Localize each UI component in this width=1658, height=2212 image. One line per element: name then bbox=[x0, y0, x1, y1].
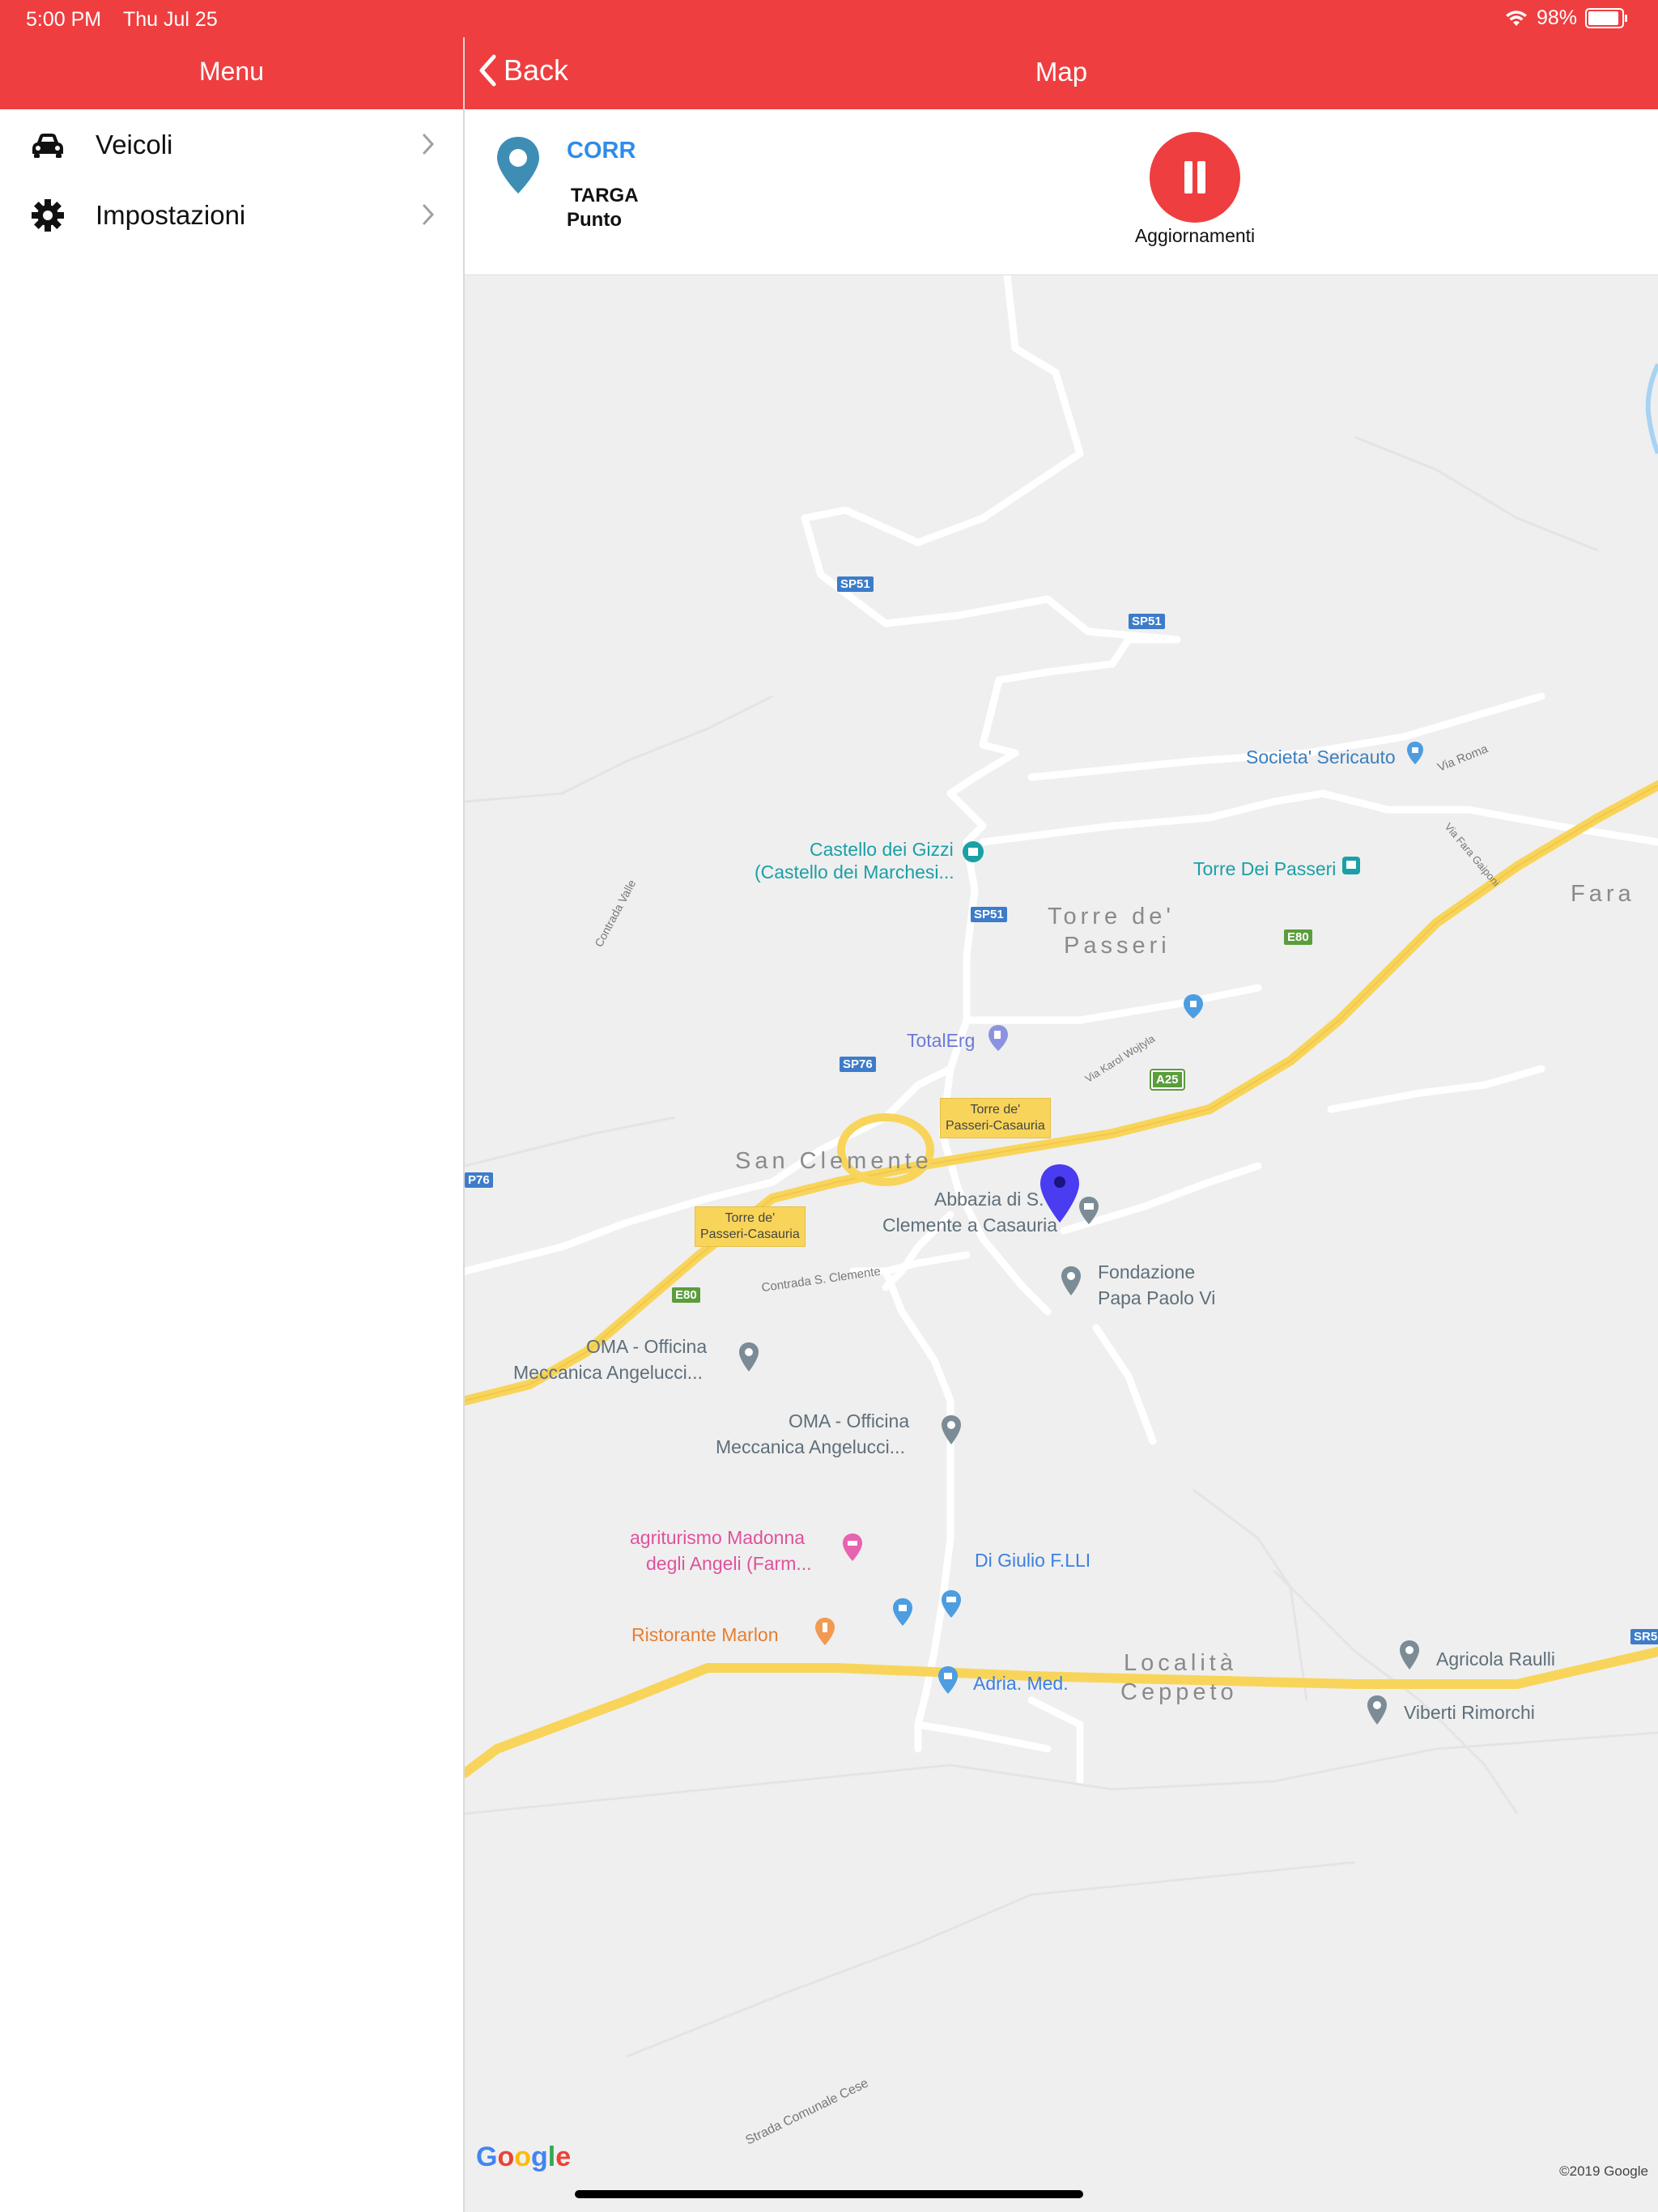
lodging-pin-icon[interactable] bbox=[840, 1532, 865, 1563]
sidebar-title: Menu bbox=[198, 57, 265, 86]
poi-label[interactable]: Agricola Raulli bbox=[1436, 1648, 1555, 1670]
poi-label[interactable]: agriturismo Madonna bbox=[630, 1527, 805, 1549]
status-bar: 5:00 PM Thu Jul 25 98% bbox=[0, 0, 1658, 37]
road-shield-sp51: SP51 bbox=[1129, 614, 1165, 629]
junction-label: Torre de' Passeri-Casauria bbox=[940, 1098, 1051, 1138]
place-pin-icon[interactable] bbox=[1059, 1265, 1083, 1297]
poi-label[interactable]: Fondazione bbox=[1098, 1261, 1195, 1283]
status-time: 5:00 PM bbox=[26, 8, 102, 31]
pause-label: Aggiornamenti bbox=[1134, 225, 1256, 246]
page-title: Map bbox=[1035, 57, 1088, 87]
battery-percent: 98% bbox=[1536, 6, 1577, 29]
sidebar-item-veicoli[interactable]: Veicoli bbox=[0, 109, 463, 181]
poi-label[interactable]: Viberti Rimorchi bbox=[1404, 1702, 1535, 1724]
town-label: San Clemente bbox=[735, 1148, 933, 1174]
map-roads bbox=[465, 275, 1658, 2058]
chevron-right-icon bbox=[423, 204, 435, 225]
poi-label[interactable]: Torre Dei Passeri bbox=[1193, 858, 1336, 880]
junction-label: Torre de' Passeri-Casauria bbox=[695, 1206, 806, 1247]
road-shield-sp51: SP51 bbox=[837, 576, 874, 592]
place-pin-icon[interactable] bbox=[1365, 1694, 1389, 1726]
map-copyright: ©2019 Google bbox=[1559, 2163, 1648, 2179]
town-label: Ceppeto bbox=[1120, 1679, 1238, 1705]
poi-label[interactable]: TotalErg bbox=[907, 1030, 975, 1052]
map-view[interactable]: SP51 SP51 SP51 SP76 P76 E80 E80 A25 SR5 … bbox=[465, 275, 1658, 2212]
vehicle-name: CORR bbox=[567, 138, 636, 164]
shopping-pin-icon[interactable] bbox=[1182, 993, 1205, 1020]
poi-label[interactable]: Castello dei Gizzi bbox=[810, 839, 954, 861]
poi-label[interactable]: Meccanica Angelucci... bbox=[513, 1362, 703, 1384]
location-pin-icon bbox=[497, 137, 539, 194]
town-label: Località bbox=[1124, 1650, 1237, 1676]
sidebar-item-impostazioni[interactable]: Impostazioni bbox=[0, 180, 463, 251]
road-shield-sr5: SR5 bbox=[1630, 1629, 1658, 1644]
vehicle-marker-icon[interactable] bbox=[1038, 1163, 1082, 1224]
poi-label[interactable]: OMA - Officina bbox=[586, 1336, 707, 1358]
poi-label[interactable]: Abbazia di S. bbox=[934, 1189, 1044, 1210]
poi-label[interactable]: degli Angeli (Farm... bbox=[646, 1553, 812, 1575]
shopping-pin-icon[interactable] bbox=[1405, 740, 1425, 766]
place-pin-icon[interactable] bbox=[939, 1414, 963, 1446]
restaurant-pin-icon[interactable] bbox=[813, 1616, 837, 1647]
shopping-pin-icon[interactable] bbox=[936, 1665, 960, 1695]
poi-label[interactable]: Clemente a Casauria bbox=[882, 1214, 1057, 1236]
road-shield-sp76: SP76 bbox=[840, 1057, 876, 1072]
chevron-right-icon bbox=[423, 134, 435, 155]
vehicle-plate: TARGA bbox=[571, 185, 639, 206]
poi-label[interactable]: Di Giulio F.LLI bbox=[975, 1550, 1090, 1572]
poi-label[interactable]: Adria. Med. bbox=[973, 1673, 1069, 1695]
sidebar-item-label: Veicoli bbox=[96, 130, 173, 160]
status-date: Thu Jul 25 bbox=[123, 8, 218, 31]
poi-label[interactable]: Ristorante Marlon bbox=[631, 1624, 779, 1646]
pause-icon bbox=[1184, 161, 1192, 194]
gas-station-icon[interactable] bbox=[986, 1023, 1010, 1053]
car-icon bbox=[32, 134, 63, 158]
town-label: Torre de' bbox=[1048, 904, 1175, 929]
sidebar-item-label: Impostazioni bbox=[96, 200, 246, 230]
vehicle-info-card bbox=[465, 109, 1658, 276]
wifi-icon bbox=[1505, 10, 1527, 26]
road-shield-e80: E80 bbox=[672, 1287, 700, 1303]
road-shield-p76: P76 bbox=[465, 1172, 493, 1188]
google-logo: Google bbox=[476, 2142, 572, 2172]
cart-pin-icon[interactable] bbox=[939, 1589, 963, 1619]
poi-label[interactable]: (Castello dei Marchesi... bbox=[755, 861, 954, 883]
museum-icon[interactable] bbox=[962, 840, 984, 865]
gear-icon bbox=[32, 199, 64, 232]
town-label: Passeri bbox=[1064, 933, 1171, 959]
poi-label[interactable]: Meccanica Angelucci... bbox=[716, 1436, 905, 1458]
vehicle-point: Punto bbox=[567, 209, 622, 231]
poi-label[interactable]: Societa' Sericauto bbox=[1246, 747, 1396, 768]
town-label: Fara bbox=[1571, 881, 1635, 907]
shopping-pin-icon[interactable] bbox=[891, 1597, 915, 1627]
train-station-icon[interactable] bbox=[1341, 855, 1362, 876]
road-shield-sp51: SP51 bbox=[971, 907, 1007, 922]
road-shield-e80: E80 bbox=[1284, 929, 1312, 945]
poi-label[interactable]: Papa Paolo Vi bbox=[1098, 1287, 1215, 1309]
home-indicator[interactable] bbox=[575, 2190, 1083, 2198]
pause-updates-button[interactable] bbox=[1150, 132, 1240, 223]
poi-label[interactable]: OMA - Officina bbox=[789, 1410, 909, 1432]
road-shield-a25: A25 bbox=[1150, 1069, 1185, 1091]
battery-icon bbox=[1585, 8, 1627, 28]
place-pin-icon[interactable] bbox=[1397, 1639, 1422, 1671]
place-pin-icon[interactable] bbox=[737, 1341, 761, 1373]
